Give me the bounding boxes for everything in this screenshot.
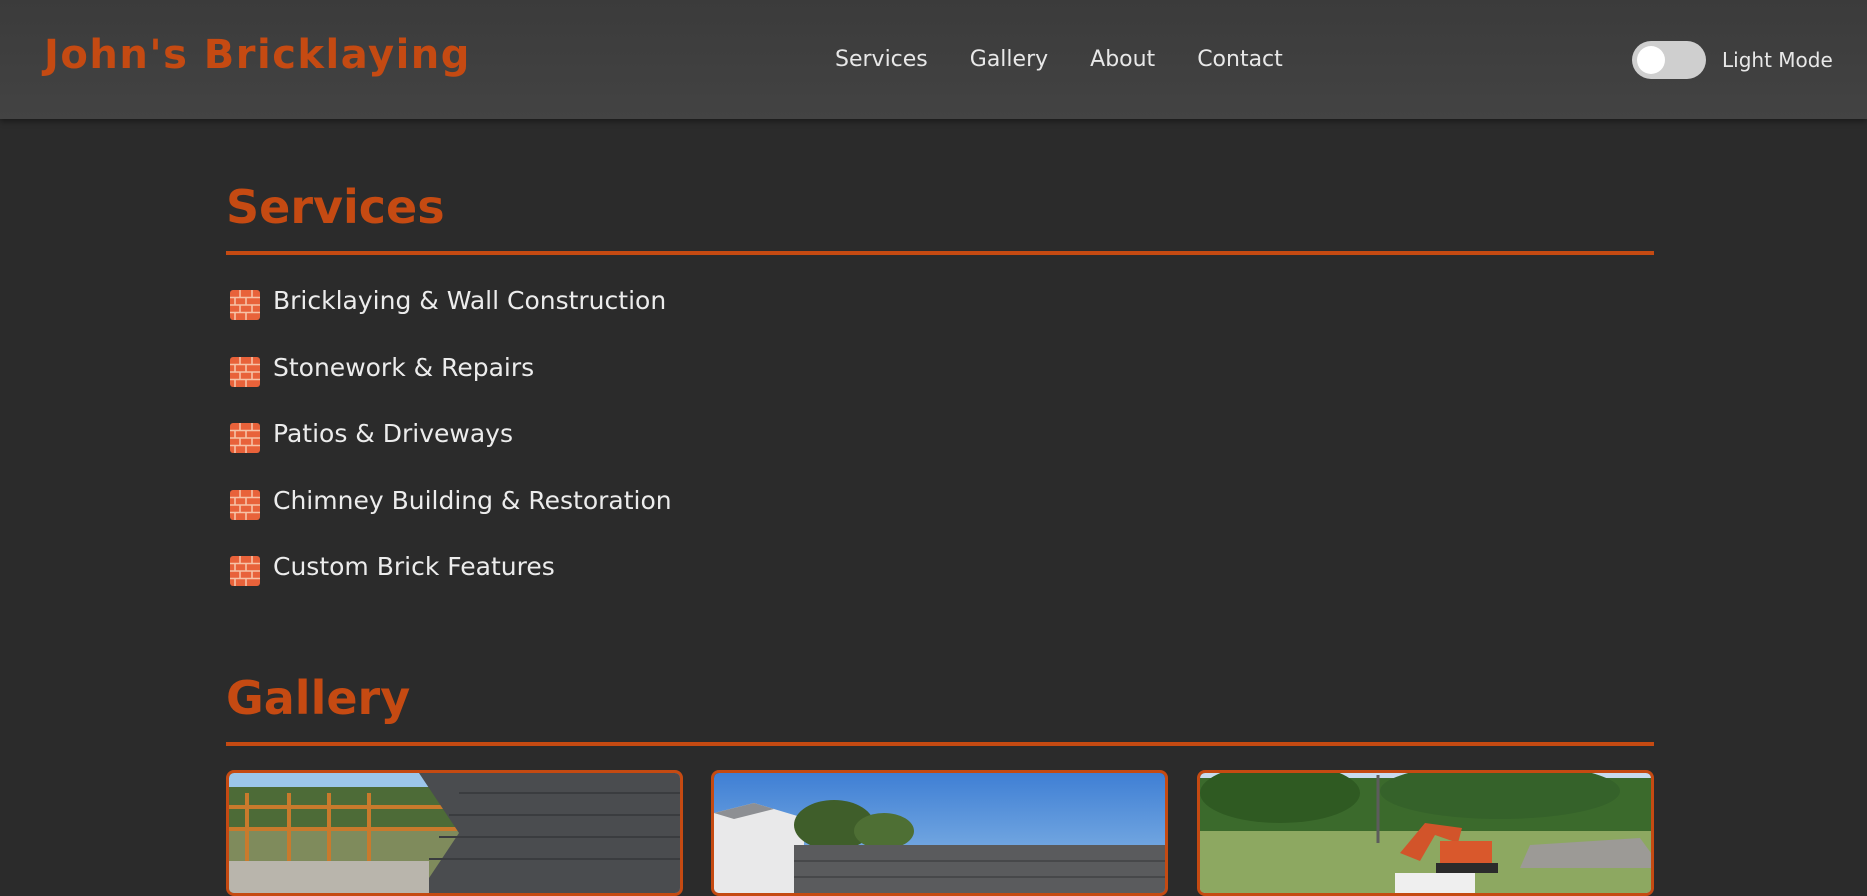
theme-toggle-switch[interactable] — [1632, 41, 1706, 79]
gallery-photo-house-wall[interactable] — [711, 770, 1168, 896]
nav-link-contact[interactable]: Contact — [1197, 47, 1283, 72]
gallery-divider — [226, 742, 1654, 746]
theme-toggle-knob — [1637, 46, 1665, 74]
nav-link-services[interactable]: Services — [835, 47, 928, 72]
gallery-photo-site-excavator[interactable] — [1197, 770, 1654, 896]
main-nav: Services Gallery About Contact — [835, 47, 1283, 72]
brick-icon — [230, 423, 260, 453]
service-item: Custom Brick Features — [230, 548, 672, 615]
gallery-photo-image — [229, 773, 680, 893]
gallery-photo-image — [1200, 773, 1651, 893]
service-label: Bricklaying & Wall Construction — [273, 286, 667, 315]
service-item: Patios & Driveways — [230, 415, 672, 482]
service-item: Bricklaying & Wall Construction — [230, 282, 672, 349]
nav-link-about[interactable]: About — [1090, 47, 1155, 72]
service-label: Chimney Building & Restoration — [273, 485, 672, 515]
service-label: Custom Brick Features — [273, 552, 555, 581]
services-list: Bricklaying & Wall Construction Stonewor… — [230, 282, 672, 615]
service-label: Patios & Driveways — [273, 419, 513, 448]
brick-icon — [230, 489, 260, 520]
services-divider — [226, 251, 1654, 255]
service-item: Stonework & Repairs — [230, 349, 672, 416]
brand-logo-text[interactable]: John's Bricklaying — [44, 32, 471, 78]
gallery-heading: Gallery — [226, 671, 411, 725]
theme-toggle-label: Light Mode — [1722, 48, 1833, 72]
brick-icon — [230, 556, 260, 586]
service-item: Chimney Building & Restoration — [230, 482, 672, 549]
brick-icon — [230, 356, 260, 387]
brick-icon — [230, 290, 260, 320]
gallery-photo-block-wall[interactable] — [226, 770, 683, 896]
theme-toggle[interactable]: Light Mode — [1632, 41, 1833, 79]
navbar: John's Bricklaying Services Gallery Abou… — [0, 0, 1867, 119]
service-label: Stonework & Repairs — [273, 352, 535, 382]
gallery-photo-image — [714, 773, 1165, 893]
services-heading: Services — [226, 180, 445, 234]
nav-link-gallery[interactable]: Gallery — [970, 47, 1048, 72]
